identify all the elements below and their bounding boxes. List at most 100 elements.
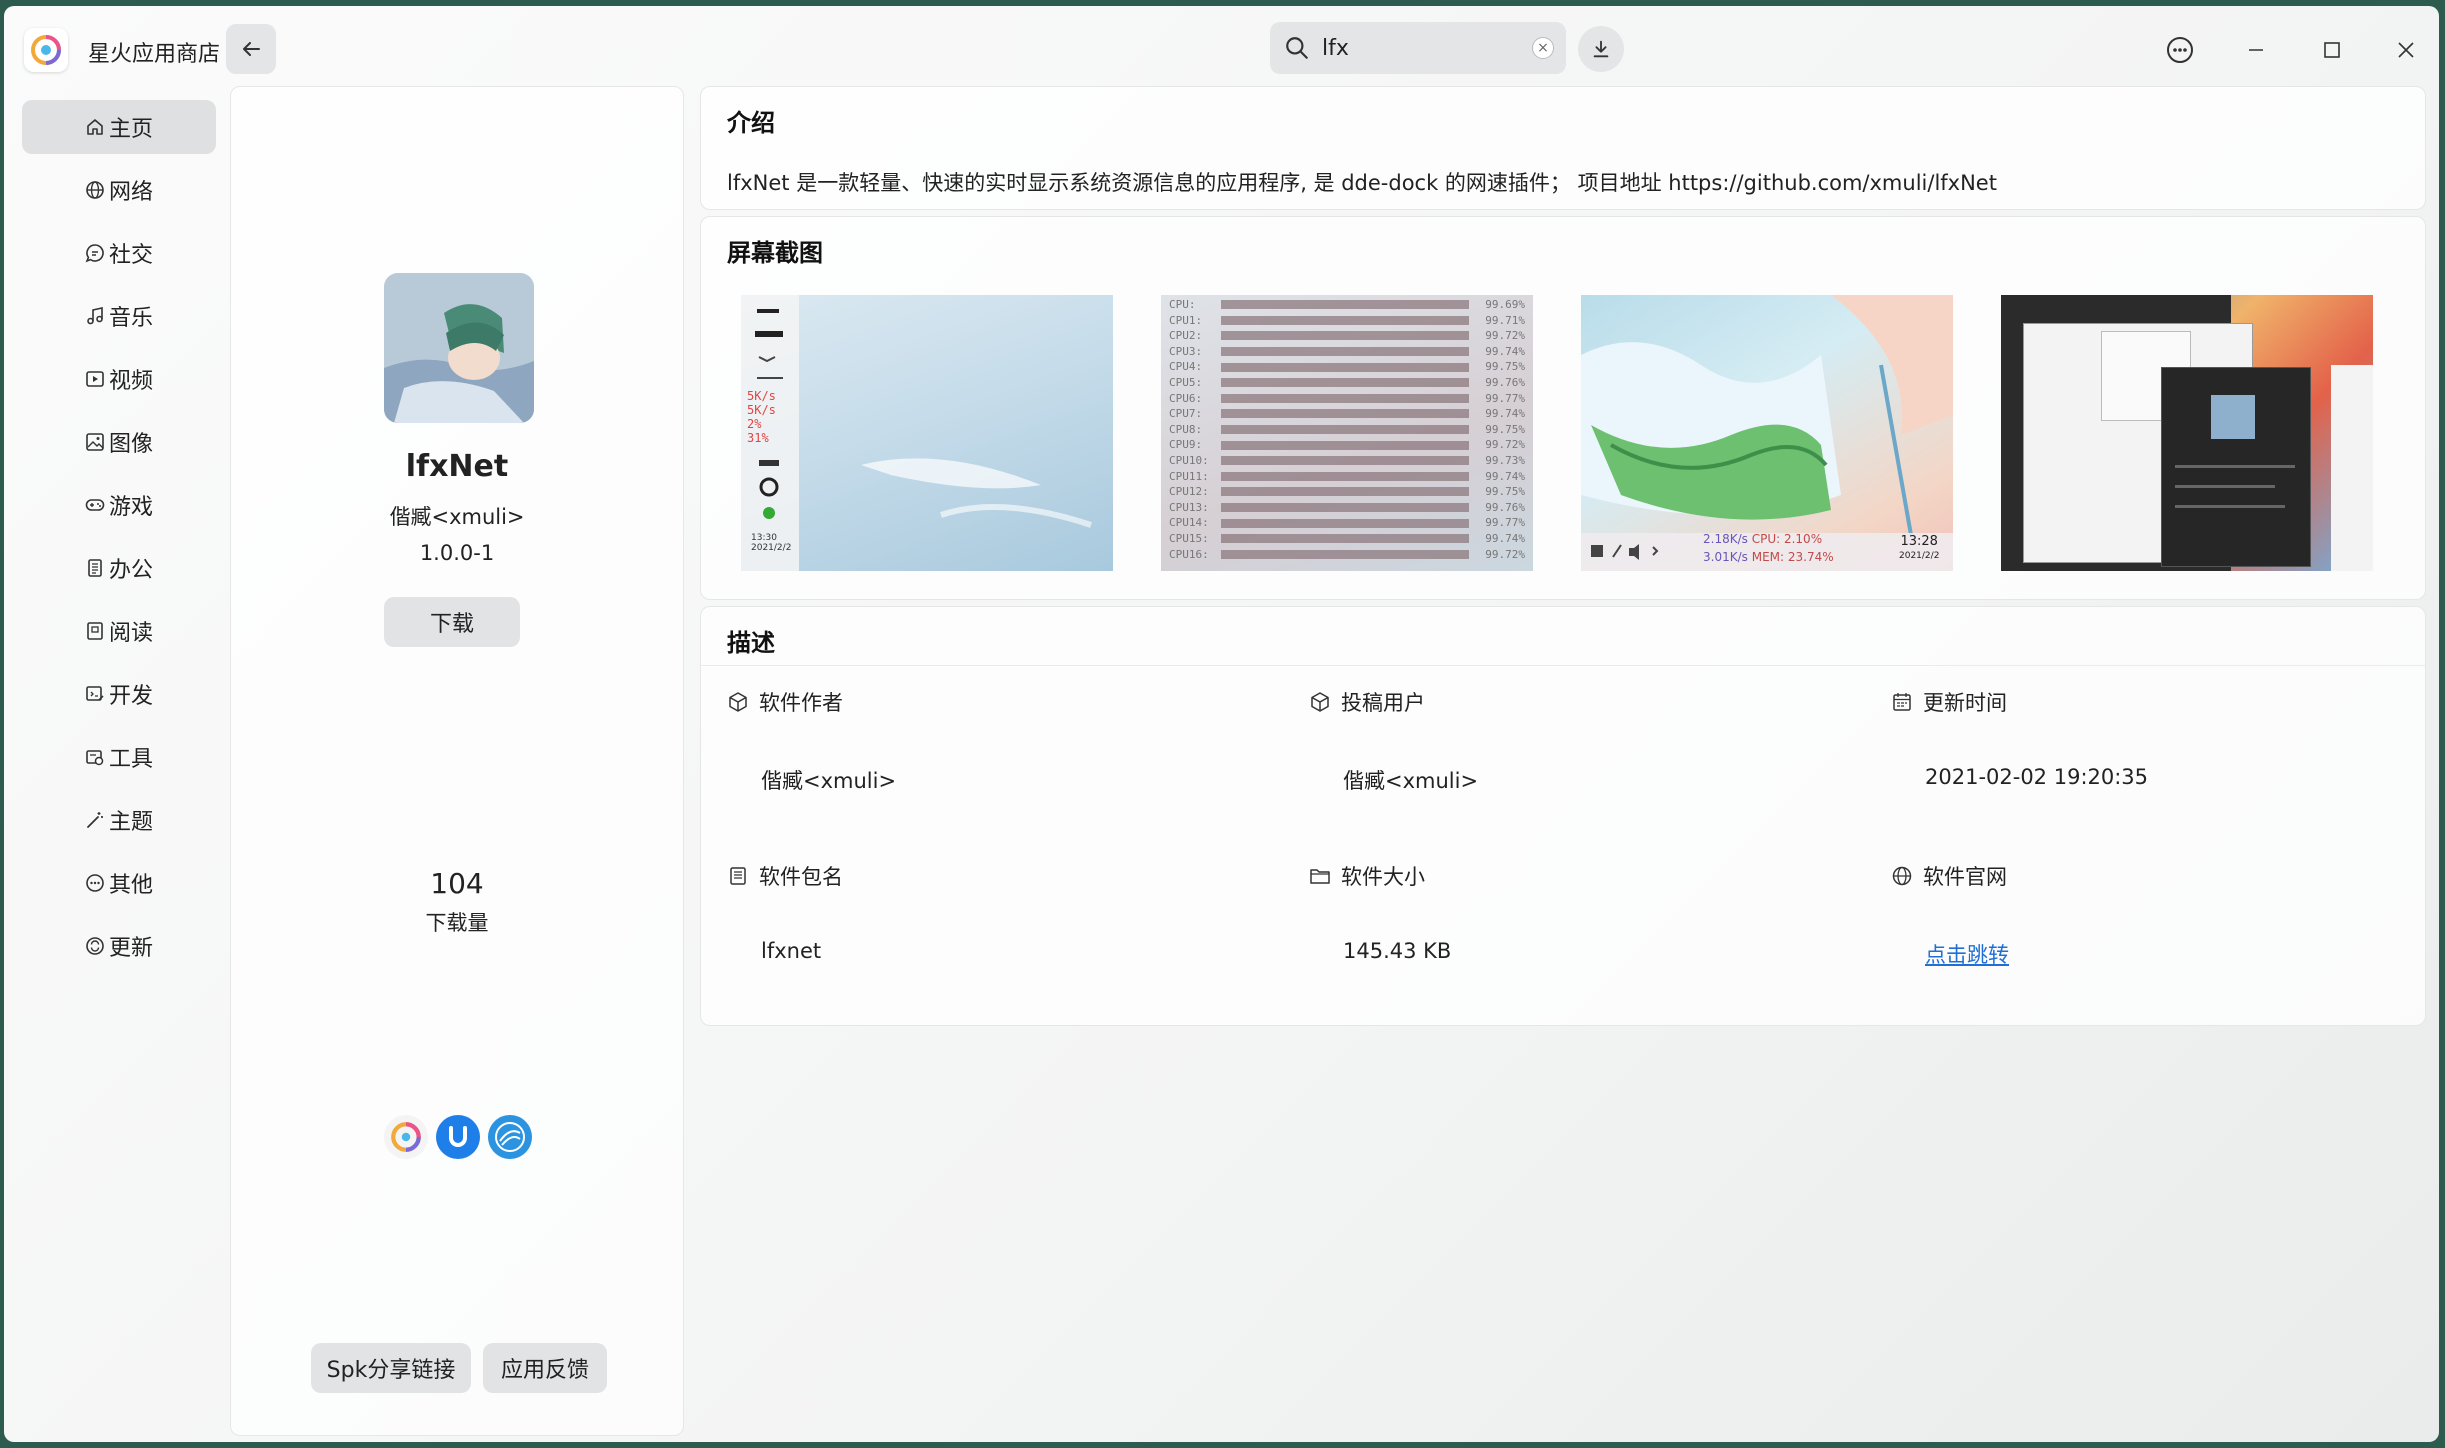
cpu-row: CPU: 99.69% — [1169, 297, 1525, 313]
code-icon — [86, 686, 104, 701]
screenshot-4[interactable] — [2001, 295, 2373, 571]
cpu-bar — [1221, 440, 1469, 450]
sidebar-item-reading[interactable]: 阅读 — [22, 604, 216, 658]
sidebar-item-office[interactable]: 办公 — [22, 541, 216, 595]
cpu-percent: 99.75% — [1485, 360, 1525, 374]
intro-title: 介绍 — [727, 109, 775, 137]
screenshot-1[interactable]: 5K/s 5K/s 2% 31% 13:30 2021/2/2 — [741, 295, 1113, 571]
cpu-bar — [1221, 393, 1469, 403]
menu-button[interactable] — [2160, 30, 2200, 70]
size-label-text: 软件大小 — [1341, 865, 1425, 889]
calendar-icon — [1893, 693, 1911, 711]
clear-search-button[interactable]: × — [1532, 37, 1554, 59]
size-value: 145.43 KB — [1343, 939, 1452, 963]
cpu-bar — [1221, 518, 1469, 528]
cpu-core-label: CPU2: — [1169, 329, 1203, 343]
cpu-percent: 99.77% — [1485, 391, 1525, 405]
app-title: 星火应用商店 — [88, 42, 221, 67]
sidebar-item-themes[interactable]: 主题 — [22, 793, 216, 847]
share-link-button[interactable]: Spk分享链接 — [311, 1343, 471, 1393]
cpu-percent: 99.75% — [1485, 422, 1525, 436]
cpu-bar — [1221, 534, 1469, 544]
cpu-bar — [1221, 347, 1469, 357]
screenshots-card: 屏幕截图 5K/s 5K/s 2% 31% 13:30 2021/2/2 CPU… — [700, 216, 2426, 600]
screenshot-2[interactable]: CPU: 99.69% CPU1: 99.71% CPU2: 99.72% CPU3: 99.… — [1161, 295, 1533, 571]
package-value: lfxnet — [761, 939, 822, 963]
download-button[interactable]: 下载 — [384, 597, 520, 647]
cpu-bar — [1221, 378, 1469, 388]
folder-icon — [1310, 869, 1330, 884]
globe-icon — [1892, 866, 1912, 886]
cpu-row: CPU13: 99.76% — [1169, 500, 1525, 516]
search-input[interactable]: lfx × — [1270, 22, 1566, 74]
sidebar-item-other[interactable]: 其他 — [22, 856, 216, 910]
shot1-net-down: 5K/s — [747, 403, 776, 417]
minimize-button[interactable] — [2236, 30, 2276, 70]
cpu-core-label: CPU12: — [1169, 485, 1209, 499]
sidebar-item-label: 工具 — [108, 747, 153, 772]
author-label-text: 软件作者 — [759, 691, 843, 715]
sidebar-item-label: 阅读 — [108, 621, 153, 646]
arrow-left-icon — [243, 42, 260, 56]
feedback-button[interactable]: 应用反馈 — [483, 1343, 607, 1393]
updated-value: 2021-02-02 19:20:35 — [1925, 765, 2149, 789]
shot3-cpu: CPU: 2.10% — [1751, 532, 1823, 546]
home-icon — [87, 119, 103, 135]
sidebar-item-tools[interactable]: 工具 — [22, 730, 216, 784]
spark-platform-icon — [384, 1115, 428, 1159]
sidebar-item-label: 主页 — [108, 117, 153, 142]
cpu-percent: 99.74% — [1485, 469, 1525, 483]
app-version: 1.0.0-1 — [419, 541, 495, 565]
search-value: lfx — [1322, 35, 1349, 61]
more-icon — [86, 874, 104, 892]
sidebar-item-label: 游戏 — [108, 495, 153, 520]
back-button[interactable] — [226, 24, 276, 74]
cpu-row: CPU7: 99.74% — [1169, 406, 1525, 422]
sidebar-item-label: 开发 — [108, 684, 153, 709]
cpu-bar — [1221, 362, 1469, 372]
sidebar-item-updates[interactable]: 更新 — [22, 919, 216, 973]
more-circle-icon — [2167, 37, 2193, 63]
cpu-bar — [1221, 300, 1469, 310]
cpu-percent: 99.72% — [1485, 329, 1525, 343]
cpu-core-label: CPU10: — [1169, 453, 1209, 467]
wand-icon — [87, 812, 103, 828]
sidebar-item-label: 图像 — [108, 432, 153, 457]
book-icon — [87, 622, 103, 640]
package-icon — [729, 692, 747, 712]
cpu-row: CPU4: 99.75% — [1169, 359, 1525, 375]
music-icon — [87, 307, 103, 325]
minimize-icon — [2249, 49, 2263, 51]
sidebar-item-network[interactable]: 网络 — [22, 163, 216, 217]
close-button[interactable] — [2386, 30, 2426, 70]
website-link[interactable]: 点击跳转 — [1925, 939, 2009, 969]
cpu-row: CPU9: 99.72% — [1169, 437, 1525, 453]
downloads-button[interactable] — [1578, 26, 1624, 72]
sidebar-item-music[interactable]: 音乐 — [22, 289, 216, 343]
website-label-text: 软件官网 — [1923, 865, 2007, 889]
cpu-row: CPU5: 99.76% — [1169, 375, 1525, 391]
package-label: 软件包名 — [727, 861, 843, 891]
sidebar-item-develop[interactable]: 开发 — [22, 667, 216, 721]
cpu-percent: 99.74% — [1485, 531, 1525, 545]
sidebar-item-games[interactable]: 游戏 — [22, 478, 216, 532]
intro-card: 介绍 lfxNet 是一款轻量、快速的实时显示系统资源信息的应用程序, 是 dd… — [700, 86, 2426, 210]
contributor-value: 偕臧<xmuli> — [1343, 769, 1479, 793]
sidebar-item-social[interactable]: 社交 — [22, 226, 216, 280]
chat-icon — [85, 244, 104, 263]
app-window: 星火应用商店 lfx × 主页 网络 社交 音乐 视频 图像 游戏 办公 阅读 … — [4, 6, 2439, 1442]
sidebar-item-image[interactable]: 图像 — [22, 415, 216, 469]
cpu-core-label: CPU4: — [1169, 360, 1203, 374]
cpu-core-label: CPU9: — [1169, 438, 1203, 452]
cpu-percent: 99.77% — [1485, 516, 1525, 530]
sidebar-item-video[interactable]: 视频 — [22, 352, 216, 406]
video-icon — [86, 371, 104, 387]
box-icon — [1311, 692, 1329, 712]
cpu-bar — [1221, 487, 1469, 497]
app-icon — [384, 273, 534, 423]
author-label: 软件作者 — [727, 687, 843, 717]
maximize-button[interactable] — [2312, 30, 2352, 70]
screenshot-3[interactable]: 2.18K/s CPU: 2.10% 3.01K/s MEM: 23.74% 1… — [1581, 295, 1953, 571]
cpu-row: CPU2: 99.72% — [1169, 328, 1525, 344]
sidebar-item-home[interactable]: 主页 — [22, 100, 216, 154]
